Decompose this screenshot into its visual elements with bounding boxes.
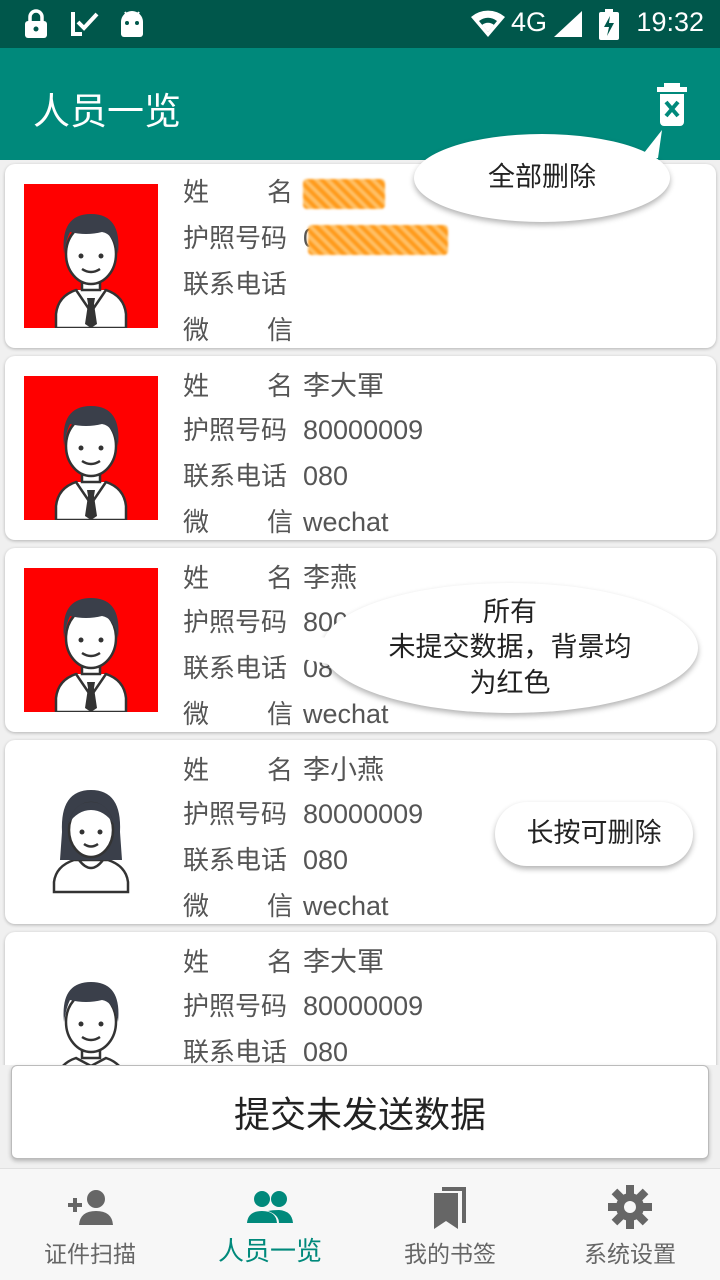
callout-text: 长按可删除	[526, 818, 662, 850]
avatar	[24, 952, 158, 1065]
wechat-value: wechat	[303, 891, 389, 921]
wechat-field: 微信 wechat	[183, 694, 389, 731]
passport-value: 80000009	[303, 991, 424, 1021]
passport-value: 80000009	[303, 415, 424, 445]
callout-text: 所有	[483, 597, 537, 629]
nav-item-people[interactable]: 人员一览	[180, 1169, 360, 1280]
wifi-icon	[471, 10, 505, 37]
name-label: 姓名	[183, 948, 293, 978]
nav-label: 我的书签	[404, 1242, 496, 1268]
submit-unsent-button[interactable]: 提交未发送数据	[11, 1065, 709, 1159]
wechat-label: 微信	[183, 508, 293, 538]
clock: 19:32	[636, 7, 704, 37]
passport-label: 护照号码	[183, 992, 288, 1022]
red-background-callout: 所有 未提交数据，背景均 为红色	[322, 583, 698, 713]
lock-icon	[25, 9, 47, 38]
passport-label: 护照号码	[183, 416, 288, 446]
phone-label: 联系电话	[183, 462, 288, 492]
nav-item-bookmarks[interactable]: 我的书签	[360, 1169, 540, 1280]
bookmark-icon	[434, 1187, 466, 1229]
callout-tail	[640, 130, 662, 158]
callout-text: 为红色	[469, 667, 551, 699]
trash-icon	[657, 83, 687, 126]
download-check-icon	[71, 12, 99, 36]
avatar	[24, 184, 158, 328]
name-value: 李小燕	[303, 755, 384, 785]
male-avatar-icon	[54, 406, 128, 520]
people-icon	[247, 1191, 293, 1223]
status-bar: 4G 19:32	[0, 0, 720, 48]
name-field: 姓名李大軍	[183, 940, 384, 979]
name-field: 姓名李小燕	[183, 748, 384, 787]
passport-field: 护照号码 80000009	[183, 410, 423, 447]
phone-label: 联系电话	[183, 846, 288, 876]
wechat-value: wechat	[303, 699, 389, 729]
nav-label: 系统设置	[584, 1242, 676, 1268]
network-type: 4G	[511, 7, 548, 37]
passport-label: 护照号码	[183, 800, 288, 830]
signal-icon	[554, 11, 582, 37]
phone-label: 联系电话	[183, 1038, 288, 1065]
wechat-field: 微信	[183, 310, 303, 347]
phone-value: 080	[303, 845, 349, 875]
page-title: 人员一览	[33, 90, 181, 133]
wechat-label: 微信	[183, 316, 293, 346]
name-field: 姓名李燕	[183, 556, 357, 595]
callout-tail	[168, 632, 338, 664]
wechat-value: wechat	[303, 507, 389, 537]
bottom-nav: 证件扫描 人员一览 我的书签 系统设置	[0, 1168, 720, 1280]
name-label: 姓名	[183, 756, 293, 786]
passport-field: 护照号码0	[183, 218, 449, 255]
male-avatar-icon	[62, 982, 120, 1065]
passport-label: 护照号码	[183, 224, 288, 254]
phone-field: 联系电话 080	[183, 456, 348, 493]
wechat-field: 微信 wechat	[183, 502, 389, 539]
passport-field: 护照号码 80000009	[183, 794, 423, 831]
add-person-icon	[68, 1190, 113, 1225]
name-label: 姓名	[183, 564, 293, 594]
callout-text: 全部删除	[488, 162, 596, 194]
name-label: 姓名	[183, 372, 293, 402]
passport-field: 护照号码 80000009	[183, 986, 423, 1023]
nav-label: 证件扫描	[44, 1242, 136, 1268]
female-avatar-icon	[52, 790, 130, 894]
passport-value: 80000009	[303, 799, 424, 829]
phone-field: 联系电话 080	[183, 840, 348, 877]
callout-text: 未提交数据，背景均	[388, 632, 632, 664]
name-field: 姓名李大軍	[183, 364, 384, 403]
phone-value: 080	[303, 1037, 349, 1065]
male-avatar-icon	[54, 214, 128, 328]
android-icon	[121, 11, 143, 37]
name-value: 李大軍	[303, 371, 384, 401]
person-card[interactable]: 姓名李大軍 护照号码 80000009 联系电话 080 微信 wechat	[5, 356, 716, 540]
phone-value: 080	[303, 461, 349, 491]
nav-item-settings[interactable]: 系统设置	[540, 1169, 720, 1280]
gear-icon	[608, 1185, 652, 1229]
delete-all-callout: 全部删除	[414, 134, 670, 222]
phone-field: 联系电话 080	[183, 1032, 348, 1065]
avatar	[24, 376, 158, 520]
name-value: 李大軍	[303, 947, 384, 977]
long-press-callout: 长按可删除	[495, 802, 693, 866]
avatar	[24, 568, 158, 712]
name-value: 李燕	[303, 563, 357, 593]
wechat-label: 微信	[183, 700, 293, 730]
nav-item-scan[interactable]: 证件扫描	[0, 1169, 180, 1280]
avatar	[24, 760, 158, 904]
wechat-field: 微信 wechat	[183, 886, 389, 923]
phone-field: 联系电话	[183, 264, 303, 301]
phone-label: 联系电话	[183, 270, 288, 300]
wechat-label: 微信	[183, 892, 293, 922]
name-field: 姓名	[183, 172, 385, 209]
redacted-name	[303, 178, 385, 209]
nav-label: 人员一览	[217, 1237, 322, 1267]
male-avatar-icon	[54, 598, 128, 712]
battery-charging-icon	[599, 9, 619, 40]
person-card[interactable]: 姓名李大軍 护照号码 80000009 联系电话 080	[5, 932, 716, 1065]
delete-all-button[interactable]	[650, 80, 694, 130]
redacted-passport	[308, 224, 449, 255]
name-label: 姓名	[183, 178, 293, 208]
